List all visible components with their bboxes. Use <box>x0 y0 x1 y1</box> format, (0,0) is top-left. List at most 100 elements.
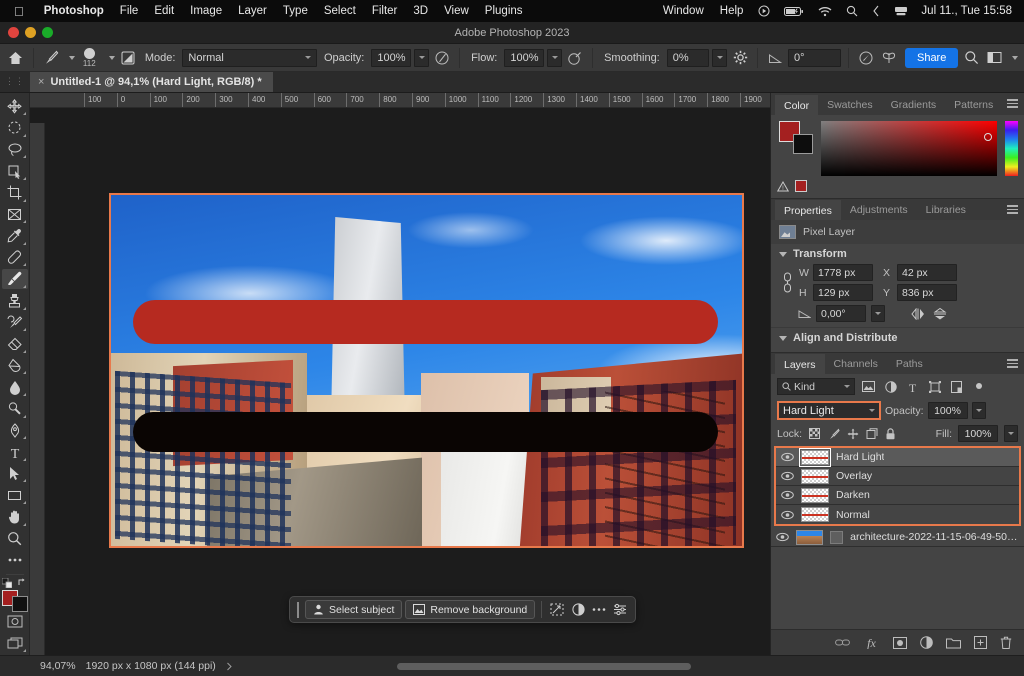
workspace-icon[interactable] <box>984 47 1004 69</box>
out-of-gamut-swatch[interactable] <box>795 180 807 192</box>
menu-item-view[interactable]: View <box>436 5 477 17</box>
gear-icon[interactable] <box>730 47 750 69</box>
document-canvas[interactable] <box>109 193 744 548</box>
lock-position-icon[interactable] <box>846 427 859 441</box>
control-center-icon[interactable] <box>751 5 777 17</box>
lasso-tool[interactable] <box>2 139 28 160</box>
layer-list[interactable]: Hard Light Overlay Darke <box>771 446 1024 629</box>
layer-visibility-toggle[interactable] <box>781 510 794 520</box>
width-input[interactable]: 1778 px <box>813 264 873 281</box>
pen-tool[interactable] <box>2 420 28 441</box>
pixel-filter-icon[interactable] <box>860 378 877 395</box>
brush-panel-chevron-icon[interactable] <box>109 56 115 60</box>
swap-colors-icon[interactable] <box>18 578 28 588</box>
flip-horizontal-icon[interactable] <box>909 308 927 320</box>
wifi-icon[interactable] <box>811 6 839 17</box>
menu-item-image[interactable]: Image <box>182 5 230 17</box>
x-input[interactable]: 42 px <box>897 264 957 281</box>
document-tab[interactable]: × Untitled-1 @ 94,1% (Hard Light, RGB/8)… <box>30 71 273 92</box>
layer-thumbnail[interactable] <box>801 450 829 465</box>
default-colors-icon[interactable] <box>2 578 12 588</box>
tab-bar-grip[interactable]: ⋮⋮ <box>0 71 30 92</box>
layer-thumbnail[interactable] <box>801 488 829 503</box>
opacity-input[interactable]: 100% <box>371 49 411 67</box>
battery-icon[interactable] <box>777 6 811 17</box>
task-bar-grip[interactable] <box>296 602 302 618</box>
add-mask-icon[interactable] <box>893 637 907 649</box>
rectangle-tool[interactable] <box>2 485 28 506</box>
chevron-left-icon[interactable] <box>865 5 887 17</box>
background-color-swatch[interactable] <box>793 134 813 154</box>
maximize-window-button[interactable] <box>42 27 53 38</box>
delete-layer-icon[interactable] <box>1000 636 1012 649</box>
fill-input[interactable]: 100% <box>958 425 998 442</box>
lock-transparency-icon[interactable] <box>808 427 821 441</box>
menu-item-type[interactable]: Type <box>275 5 316 17</box>
close-icon[interactable]: × <box>38 76 44 88</box>
background-color-swatch[interactable] <box>12 596 28 612</box>
brush-preset-chevron-icon[interactable] <box>69 56 75 60</box>
lock-all-icon[interactable] <box>884 427 897 441</box>
menu-item-plugins[interactable]: Plugins <box>477 5 531 17</box>
frame-tool[interactable] <box>2 204 28 225</box>
color-spectrum[interactable] <box>821 121 997 176</box>
layer-thumbnail[interactable] <box>801 469 829 484</box>
display-icon[interactable] <box>887 5 915 17</box>
fx-icon[interactable]: fx <box>863 636 880 649</box>
adjustment-half-circle-icon[interactable] <box>569 600 587 620</box>
layer-visibility-toggle[interactable] <box>781 471 794 481</box>
search-icon[interactable] <box>961 47 981 69</box>
brush-angle-input[interactable]: 0° <box>788 49 841 67</box>
menu-item-edit[interactable]: Edit <box>146 5 182 17</box>
canvas-viewport[interactable]: Select subject Remove background <box>30 108 770 655</box>
horizontal-scrollbar[interactable] <box>243 662 1016 671</box>
color-panel-swatches[interactable] <box>777 121 813 155</box>
type-filter-icon[interactable]: T <box>904 378 921 395</box>
blur-tool[interactable] <box>2 377 28 398</box>
filter-toggle-icon[interactable] <box>970 378 987 395</box>
minimize-window-button[interactable] <box>25 27 36 38</box>
lock-image-icon[interactable] <box>827 427 840 441</box>
tab-layers[interactable]: Layers <box>775 354 825 374</box>
transform-selection-icon[interactable] <box>548 600 566 620</box>
menu-item-photoshop[interactable]: Photoshop <box>36 5 112 17</box>
menu-item-window[interactable]: Window <box>655 5 712 17</box>
menu-item-3d[interactable]: 3D <box>405 5 436 17</box>
smart-object-filter-icon[interactable] <box>948 378 965 395</box>
edit-toolbar-button[interactable] <box>2 550 28 571</box>
close-window-button[interactable] <box>8 27 19 38</box>
layer-thumbnail[interactable] <box>801 507 829 522</box>
tab-adjustments[interactable]: Adjustments <box>841 200 917 220</box>
layer-visibility-toggle[interactable] <box>776 532 789 542</box>
clone-stamp-tool[interactable] <box>2 290 28 311</box>
new-group-icon[interactable] <box>946 637 961 649</box>
chevron-right-icon[interactable] <box>226 662 233 671</box>
menu-item-help[interactable]: Help <box>712 5 752 17</box>
healing-brush-tool[interactable] <box>2 247 28 268</box>
layer-row-normal[interactable]: Normal <box>776 505 1019 524</box>
new-adjustment-icon[interactable] <box>920 636 933 649</box>
layer-opacity-chevron-icon[interactable] <box>972 402 986 419</box>
tab-patterns[interactable]: Patterns <box>945 95 1002 115</box>
tab-swatches[interactable]: Swatches <box>818 95 882 115</box>
select-subject-button[interactable]: Select subject <box>305 600 402 619</box>
history-brush-tool[interactable] <box>2 312 28 333</box>
shape-filter-icon[interactable] <box>926 378 943 395</box>
eyedropper-tool[interactable] <box>2 226 28 247</box>
panel-menu-icon[interactable] <box>1007 359 1018 370</box>
pressure-opacity-icon[interactable] <box>432 47 452 69</box>
tab-channels[interactable]: Channels <box>825 354 887 374</box>
menu-item-select[interactable]: Select <box>316 5 364 17</box>
menu-item-file[interactable]: File <box>112 5 147 17</box>
marquee-tool[interactable] <box>2 118 28 139</box>
flow-chevron-icon[interactable] <box>547 49 562 67</box>
ellipsis-icon[interactable] <box>590 600 608 620</box>
panel-menu-icon[interactable] <box>1007 205 1018 216</box>
layer-row-darken[interactable]: Darken <box>776 486 1019 505</box>
layer-filter-kind-select[interactable]: Kind <box>777 378 855 395</box>
brush-tool-icon[interactable] <box>41 47 61 69</box>
screen-mode-button[interactable] <box>2 633 28 654</box>
smoothing-chevron-icon[interactable] <box>712 49 727 67</box>
hue-slider[interactable] <box>1005 121 1018 176</box>
layer-row-background-photo[interactable]: architecture-2022-11-15-06-49-50-utc <box>771 528 1024 547</box>
